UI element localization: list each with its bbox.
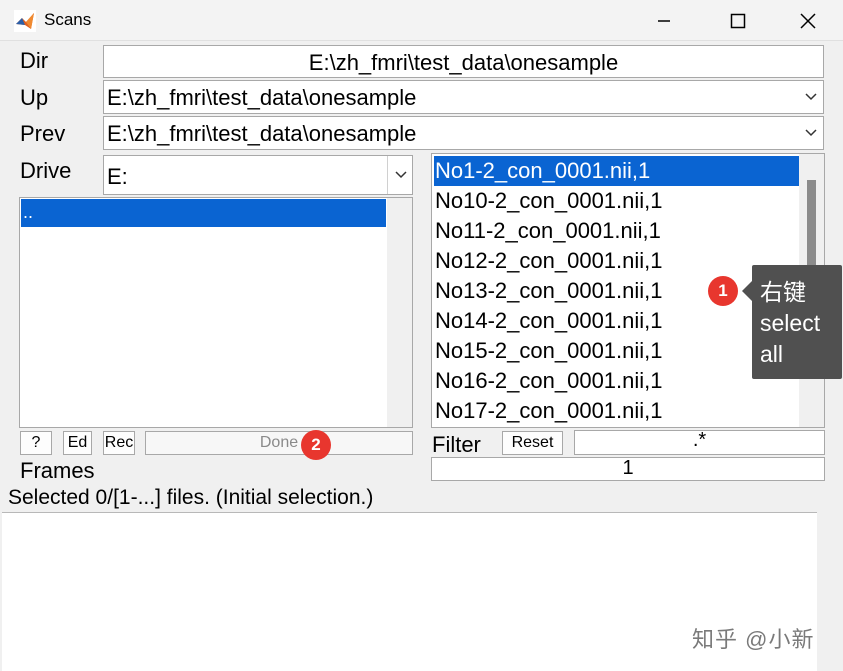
annotation-badge-1: 1 <box>708 276 738 306</box>
up-dropdown[interactable]: E:\zh_fmri\test_data\onesample <box>103 80 824 114</box>
tooltip-line: select <box>760 308 842 339</box>
up-value: E:\zh_fmri\test_data\onesample <box>107 85 416 111</box>
chevron-down-icon <box>804 92 818 102</box>
maximize-icon <box>730 13 746 29</box>
tooltip-arrow <box>742 281 752 301</box>
tooltip-line: 右键 <box>760 277 842 308</box>
chevron-down-icon <box>394 170 408 180</box>
chevron-down-icon <box>804 128 818 138</box>
list-item[interactable]: No11-2_con_0001.nii,1 <box>434 216 800 246</box>
list-item[interactable]: No12-2_con_0001.nii,1 <box>434 246 800 276</box>
drive-value: E: <box>107 164 128 190</box>
dir-value: E:\zh_fmri\test_data\onesample <box>104 50 823 76</box>
annotation-badge-2: 2 <box>301 430 331 460</box>
annotation-tooltip: 右键 select all <box>752 265 842 379</box>
filter-label: Filter <box>432 432 481 458</box>
minimize-icon <box>656 13 672 29</box>
prev-label: Prev <box>20 121 65 147</box>
dir-field[interactable]: E:\zh_fmri\test_data\onesample <box>103 45 824 78</box>
maximize-button[interactable] <box>708 0 768 41</box>
title-bar: Scans <box>0 0 843 41</box>
directory-list[interactable]: .. <box>19 197 413 428</box>
help-button[interactable]: ? <box>20 431 52 455</box>
frames-value: 1 <box>432 457 824 480</box>
selected-files-scrollbar[interactable] <box>817 512 843 671</box>
list-item[interactable]: No10-2_con_0001.nii,1 <box>434 186 800 216</box>
tooltip-line: all <box>760 339 842 370</box>
close-button[interactable] <box>778 0 838 41</box>
done-button[interactable]: Done <box>145 431 413 455</box>
matlab-icon <box>14 10 36 32</box>
filter-value: .* <box>575 429 824 452</box>
list-item[interactable]: .. <box>21 199 386 227</box>
drive-dropdown-button[interactable] <box>387 156 413 194</box>
status-text: Selected 0/[1-...] files. (Initial selec… <box>8 486 373 510</box>
drive-label: Drive <box>20 158 71 184</box>
directory-scrollbar[interactable] <box>387 198 412 427</box>
rec-button[interactable]: Rec <box>103 431 135 455</box>
drive-dropdown[interactable]: E: <box>103 155 413 195</box>
list-item[interactable]: No15-2_con_0001.nii,1 <box>434 336 800 366</box>
list-item[interactable]: No14-2_con_0001.nii,1 <box>434 306 800 336</box>
list-item[interactable]: No16-2_con_0001.nii,1 <box>434 366 800 396</box>
prev-value: E:\zh_fmri\test_data\onesample <box>107 121 416 147</box>
window-title: Scans <box>44 10 91 30</box>
list-item[interactable]: No1-2_con_0001.nii,1 <box>434 156 800 186</box>
reset-button[interactable]: Reset <box>502 431 563 455</box>
close-icon <box>799 12 817 30</box>
filter-input[interactable]: .* <box>574 430 825 455</box>
watermark: 知乎 @小新 <box>692 622 814 654</box>
frames-input[interactable]: 1 <box>431 457 825 481</box>
up-label: Up <box>20 85 48 111</box>
frames-label: Frames <box>20 458 95 484</box>
dir-label: Dir <box>20 48 48 74</box>
ed-button[interactable]: Ed <box>63 431 92 455</box>
prev-dropdown[interactable]: E:\zh_fmri\test_data\onesample <box>103 116 824 150</box>
minimize-button[interactable] <box>634 0 694 41</box>
list-item[interactable]: No17-2_con_0001.nii,1 <box>434 396 800 426</box>
